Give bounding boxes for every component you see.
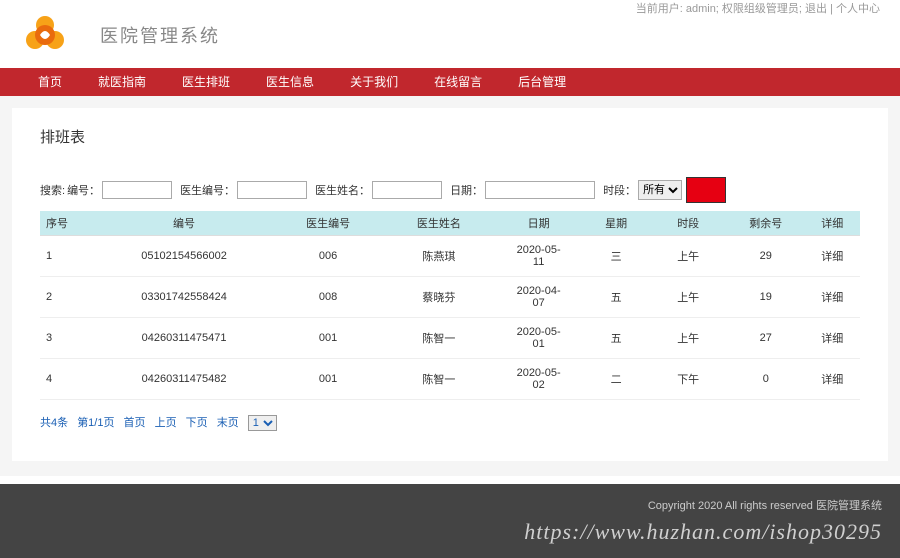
cell-no: 04260311475471 <box>95 318 272 359</box>
pager-select[interactable]: 1 <box>248 415 277 431</box>
pager: 共4条 第1/1页 首页 上页 下页 末页 1 <box>40 414 860 431</box>
col-detail: 详细 <box>805 211 860 236</box>
input-doc-name[interactable] <box>372 181 442 199</box>
table-row: 304260311475471001陈智一2020-05-01五上午27详细 <box>40 318 860 359</box>
input-date[interactable] <box>485 181 595 199</box>
cell-no: 04260311475482 <box>95 359 272 400</box>
col-remain: 剩余号 <box>727 211 805 236</box>
nav-schedule[interactable]: 医生排班 <box>164 68 248 96</box>
pager-prev[interactable]: 上页 <box>155 417 177 429</box>
cell-date: 2020-05-02 <box>494 359 583 400</box>
nav-home[interactable]: 首页 <box>20 68 80 96</box>
col-period: 时段 <box>649 211 727 236</box>
select-period[interactable]: 所有 <box>638 180 682 200</box>
cell-detail[interactable]: 详细 <box>805 359 860 400</box>
nav-admin[interactable]: 后台管理 <box>500 68 584 96</box>
search-prefix: 搜索: <box>40 182 65 198</box>
cell-detail[interactable]: 详细 <box>805 277 860 318</box>
nav-doctor-info[interactable]: 医生信息 <box>248 68 332 96</box>
cell-doc-name: 陈智一 <box>383 359 494 400</box>
cell-idx: 2 <box>40 277 95 318</box>
cell-idx: 3 <box>40 318 95 359</box>
cell-detail[interactable]: 详细 <box>805 236 860 277</box>
cell-detail[interactable]: 详细 <box>805 318 860 359</box>
cell-date: 2020-05-11 <box>494 236 583 277</box>
logo-icon <box>20 10 70 60</box>
topbar-userinfo: 当前用户: admin; 权限组级管理员; 退出 | 个人中心 <box>636 0 880 16</box>
pager-first[interactable]: 首页 <box>124 417 146 429</box>
cell-idx: 1 <box>40 236 95 277</box>
footer-copyright: Copyright 2020 All rights reserved 医院管理系… <box>648 497 882 513</box>
cell-period: 上午 <box>649 318 727 359</box>
pager-total: 共4条 <box>40 417 68 429</box>
cell-week: 五 <box>583 318 649 359</box>
cell-remain: 0 <box>727 359 805 400</box>
cell-period: 下午 <box>649 359 727 400</box>
cell-period: 上午 <box>649 277 727 318</box>
input-no[interactable] <box>102 181 172 199</box>
cell-doc-no: 001 <box>273 318 384 359</box>
cell-remain: 29 <box>727 236 805 277</box>
label-period: 时段： <box>603 182 636 198</box>
site-title: 医院管理系统 <box>100 22 220 48</box>
pager-page: 第1/1页 <box>77 417 114 429</box>
search-button[interactable]: 搜索 <box>686 177 726 203</box>
col-doc-name: 医生姓名 <box>383 211 494 236</box>
cell-doc-name: 陈智一 <box>383 318 494 359</box>
nav-guide[interactable]: 就医指南 <box>80 68 164 96</box>
label-doc-name: 医生姓名： <box>315 182 370 198</box>
pager-next[interactable]: 下页 <box>186 417 208 429</box>
cell-remain: 27 <box>727 318 805 359</box>
nav-message[interactable]: 在线留言 <box>416 68 500 96</box>
footer: Copyright 2020 All rights reserved 医院管理系… <box>0 484 900 558</box>
schedule-panel: 排班表 搜索: 编号： 医生编号： 医生姓名： 日期： 时段： 所有 搜索 序号… <box>12 108 888 461</box>
col-idx: 序号 <box>40 211 95 236</box>
table-row: 404260311475482001陈智一2020-05-02二下午0详细 <box>40 359 860 400</box>
table-row: 105102154566002006陈燕琪2020-05-11三上午29详细 <box>40 236 860 277</box>
cell-doc-no: 006 <box>273 236 384 277</box>
col-date: 日期 <box>494 211 583 236</box>
footer-watermark: https://www.huzhan.com/ishop30295 <box>524 519 882 545</box>
cell-date: 2020-04-07 <box>494 277 583 318</box>
cell-week: 五 <box>583 277 649 318</box>
col-week: 星期 <box>583 211 649 236</box>
main-nav: 首页 就医指南 医生排班 医生信息 关于我们 在线留言 后台管理 <box>0 68 900 96</box>
cell-remain: 19 <box>727 277 805 318</box>
content-area: 排班表 搜索: 编号： 医生编号： 医生姓名： 日期： 时段： 所有 搜索 序号… <box>0 96 900 476</box>
cell-no: 03301742558424 <box>95 277 272 318</box>
cell-doc-name: 蔡晓芬 <box>383 277 494 318</box>
label-doc-no: 医生编号： <box>180 182 235 198</box>
cell-doc-no: 001 <box>273 359 384 400</box>
cell-doc-name: 陈燕琪 <box>383 236 494 277</box>
cell-period: 上午 <box>649 236 727 277</box>
input-doc-no[interactable] <box>237 181 307 199</box>
cell-week: 二 <box>583 359 649 400</box>
label-date: 日期： <box>450 182 483 198</box>
cell-week: 三 <box>583 236 649 277</box>
pager-last[interactable]: 末页 <box>217 417 239 429</box>
cell-doc-no: 008 <box>273 277 384 318</box>
label-no: 编号： <box>67 182 100 198</box>
col-doc-no: 医生编号 <box>273 211 384 236</box>
panel-title: 排班表 <box>40 126 860 147</box>
schedule-table: 序号 编号 医生编号 医生姓名 日期 星期 时段 剩余号 详细 10510215… <box>40 211 860 400</box>
cell-date: 2020-05-01 <box>494 318 583 359</box>
nav-about[interactable]: 关于我们 <box>332 68 416 96</box>
search-row: 搜索: 编号： 医生编号： 医生姓名： 日期： 时段： 所有 搜索 <box>40 177 860 203</box>
col-no: 编号 <box>95 211 272 236</box>
table-row: 203301742558424008蔡晓芬2020-04-07五上午19详细 <box>40 277 860 318</box>
cell-no: 05102154566002 <box>95 236 272 277</box>
cell-idx: 4 <box>40 359 95 400</box>
